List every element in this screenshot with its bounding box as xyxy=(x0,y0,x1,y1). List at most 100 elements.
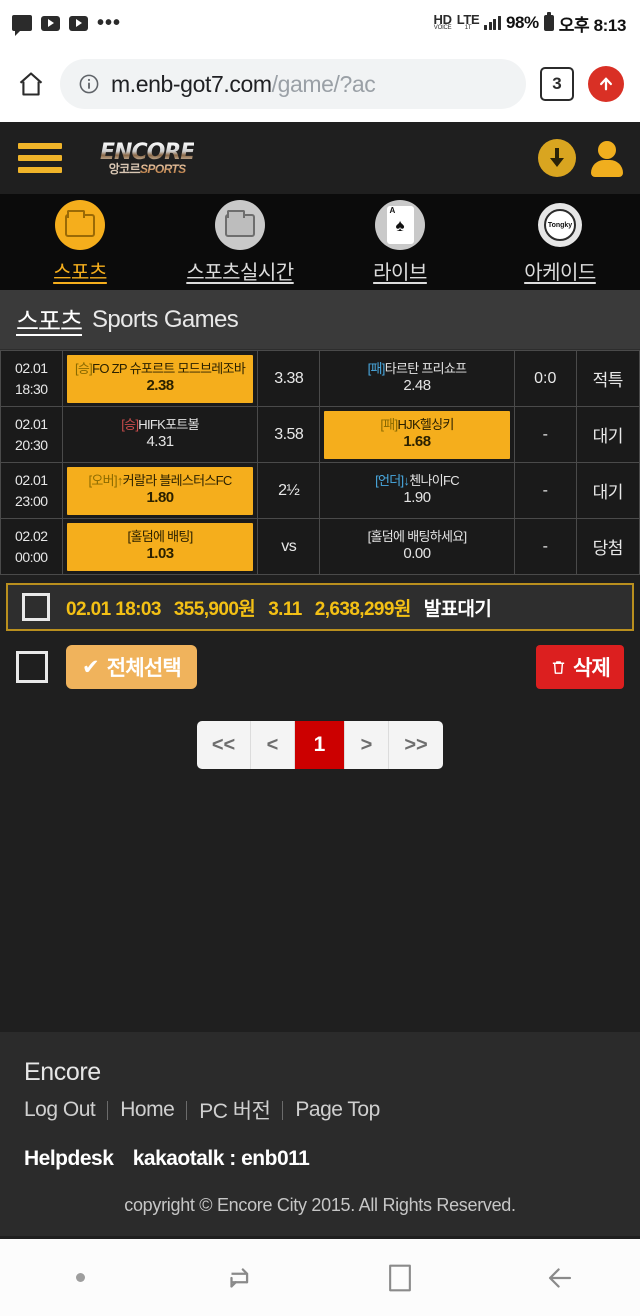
summary-payout: 2,638,299원 xyxy=(314,598,412,620)
tab-sports[interactable]: 스포츠 xyxy=(0,194,160,290)
bet-away-option[interactable]: [언더]↓첸나이FC 1.90 xyxy=(324,467,510,515)
helpdesk-label: Helpdesk xyxy=(24,1147,114,1170)
bet-away-cell[interactable]: [패]HJK헬싱키 1.68 xyxy=(319,406,515,463)
bet-away-cell[interactable]: [패]타르탄 프리쇼프 2.48 xyxy=(319,350,515,407)
footer-link-pc-version[interactable]: PC 버전 xyxy=(187,1095,282,1125)
bet-score-cell: - xyxy=(514,406,577,463)
bet-home-tag: [승] xyxy=(75,361,93,377)
bet-date: 02.01 xyxy=(15,359,48,376)
bet-home-cell[interactable]: [오버]↑커랄라 블레스터스FC 1.80 xyxy=(61,462,259,519)
helpdesk-value[interactable]: kakaotalk : enb011 xyxy=(133,1147,310,1170)
page-first-button[interactable]: << xyxy=(197,721,251,769)
bet-date: 02.01 xyxy=(15,471,48,488)
footer-helpdesk: Helpdesk kakaotalk : enb011 xyxy=(24,1147,616,1171)
table-row: 02.01 18:30 [승]FO ZP 슈포르트 모드브레조바 2.38 3.38 [패… xyxy=(0,350,640,407)
nav-home-button[interactable] xyxy=(320,1262,480,1294)
bet-away-tag: [패] xyxy=(367,361,386,377)
tab-sports-live[interactable]: 스포츠실시간 xyxy=(160,194,320,290)
logo-korean: 앙코르 xyxy=(108,161,141,176)
status-badge: 적특 xyxy=(575,350,640,407)
bet-away-tag: [패] xyxy=(380,417,398,433)
bet-date: 02.01 xyxy=(15,415,48,432)
bet-home-name: [오버]↑커랄라 블레스터스FC xyxy=(88,473,233,489)
page-title-en: Sports Games xyxy=(92,305,239,333)
nav-recents-button[interactable] xyxy=(160,1261,320,1295)
dot-indicator-icon xyxy=(75,1273,85,1282)
bet-home-name: [홀덤에 배팅] xyxy=(127,529,194,545)
page-last-button[interactable]: >> xyxy=(389,721,443,769)
logo-subline: 앙코르SPORTS xyxy=(100,163,194,175)
bet-handicap-cell: 3.38 xyxy=(257,350,321,407)
info-icon[interactable] xyxy=(78,73,100,95)
bet-time: 00:00 xyxy=(15,548,48,565)
lte-sublabel: 1T xyxy=(464,25,472,32)
back-icon xyxy=(548,1267,572,1288)
tab-count-button[interactable]: 3 xyxy=(540,67,574,101)
footer-link-home[interactable]: Home xyxy=(108,1098,186,1122)
bet-home-option[interactable]: [승]FO ZP 슈포르트 모드브레조바 2.38 xyxy=(66,354,254,403)
status-badge: 대기 xyxy=(575,462,640,519)
pagination: << < 1 > >> xyxy=(0,721,640,769)
bet-home-tag: [승] xyxy=(121,417,139,433)
hd-sublabel: VOICE xyxy=(433,25,452,32)
delete-button[interactable]: 삭제 xyxy=(535,645,624,689)
action-bar: ✔ 전체선택 삭제 xyxy=(0,631,640,689)
phone-screen: ••• HD VOICE LTE 1T 98% 오후 8:13 m.enb-go… xyxy=(0,0,640,1316)
bet-home-option[interactable]: [승]HIFK포트볼 4.31 xyxy=(67,411,254,459)
bet-datetime-cell: 02.02 00:00 xyxy=(0,518,63,575)
bet-home-cell[interactable]: [홀덤에 배팅] 1.03 xyxy=(61,518,259,575)
user-account-icon[interactable] xyxy=(590,139,624,177)
bet-home-value: 2.38 xyxy=(146,377,174,395)
bet-home-option[interactable]: [오버]↑커랄라 블레스터스FC 1.80 xyxy=(66,466,254,515)
select-all-checkbox[interactable] xyxy=(16,651,48,683)
battery-percent: 98% xyxy=(505,13,539,32)
bet-away-option[interactable]: [홀덤에 배팅하세요] 0.00 xyxy=(324,523,510,571)
bet-home-cell[interactable]: [승]FO ZP 슈포르트 모드브레조바 2.38 xyxy=(61,350,259,407)
youtube-icon xyxy=(69,15,88,31)
summary-checkbox[interactable] xyxy=(22,593,50,621)
page-title-ko: 스포츠 xyxy=(16,307,83,336)
page-next-button[interactable]: > xyxy=(345,721,389,769)
bet-score-cell: 0:0 xyxy=(514,350,577,407)
footer-link-page-top[interactable]: Page Top xyxy=(283,1098,391,1122)
main-nav-tabs: 스포츠 스포츠실시간 A ♠ 라이브 Tongky 아케이드 xyxy=(0,194,640,290)
select-all-label: 전체선택 xyxy=(106,657,182,680)
site-logo[interactable]: ENCORE 앙코르SPORTS xyxy=(100,139,195,175)
page-prev-button[interactable]: < xyxy=(251,721,295,769)
summary-odds: 3.11 xyxy=(268,598,302,620)
bet-summary-row[interactable]: 02.01 18:03 355,900원 3.11 2,638,299원 발표대… xyxy=(6,583,634,631)
bet-home-tag: [오버]↑ xyxy=(88,473,124,489)
bet-away-value: 1.90 xyxy=(403,489,431,507)
bet-handicap-cell: vs xyxy=(257,518,321,575)
bet-away-cell[interactable]: [홀덤에 배팅하세요] 0.00 xyxy=(319,518,515,575)
bet-away-option[interactable]: [패]타르탄 프리쇼프 2.48 xyxy=(324,355,510,403)
bet-away-option[interactable]: [패]HJK헬싱키 1.68 xyxy=(324,410,510,459)
logo-wordmark: ENCORE xyxy=(100,139,195,165)
table-row: 02.02 00:00 [홀덤에 배팅] 1.03 vs [홀덤에 배팅하세요] 0.00-… xyxy=(0,518,640,575)
bet-home-cell[interactable]: [승]HIFK포트볼 4.31 xyxy=(61,406,259,463)
hamburger-menu-icon[interactable] xyxy=(18,143,62,173)
select-all-button[interactable]: ✔ 전체선택 xyxy=(66,645,197,689)
page-title: 스포츠 Sports Games xyxy=(0,290,640,350)
bet-away-name: [패]타르탄 프리쇼프 xyxy=(367,361,468,377)
tab-arcade[interactable]: Tongky 아케이드 xyxy=(480,194,640,290)
footer-link-logout[interactable]: Log Out xyxy=(24,1098,107,1122)
hd-voice-icon: HD VOICE xyxy=(433,13,452,32)
url-path: /game/?ac xyxy=(271,70,376,97)
bet-home-option[interactable]: [홀덤에 배팅] 1.03 xyxy=(66,522,254,571)
bet-away-name: [패]HJK헬싱키 xyxy=(380,417,454,433)
footer-brand: Encore xyxy=(24,1058,101,1086)
tab-live[interactable]: A ♠ 라이브 xyxy=(320,194,480,290)
bet-home-value: 1.03 xyxy=(146,545,174,563)
url-bar[interactable]: m.enb-got7.com/game/?ac xyxy=(60,59,526,109)
page-current-button[interactable]: 1 xyxy=(295,721,345,769)
delete-label: 삭제 xyxy=(572,657,611,680)
site-header: ENCORE 앙코르SPORTS xyxy=(0,122,640,194)
android-navigation-bar xyxy=(0,1236,640,1316)
download-icon[interactable] xyxy=(538,139,576,177)
nav-back-button[interactable] xyxy=(480,1261,640,1295)
update-menu-button[interactable] xyxy=(588,66,624,102)
bet-away-cell[interactable]: [언더]↓첸나이FC 1.90 xyxy=(319,462,515,519)
home-icon[interactable] xyxy=(16,70,46,98)
status-bar-system: HD VOICE LTE 1T 98% 오후 8:13 xyxy=(434,11,626,36)
